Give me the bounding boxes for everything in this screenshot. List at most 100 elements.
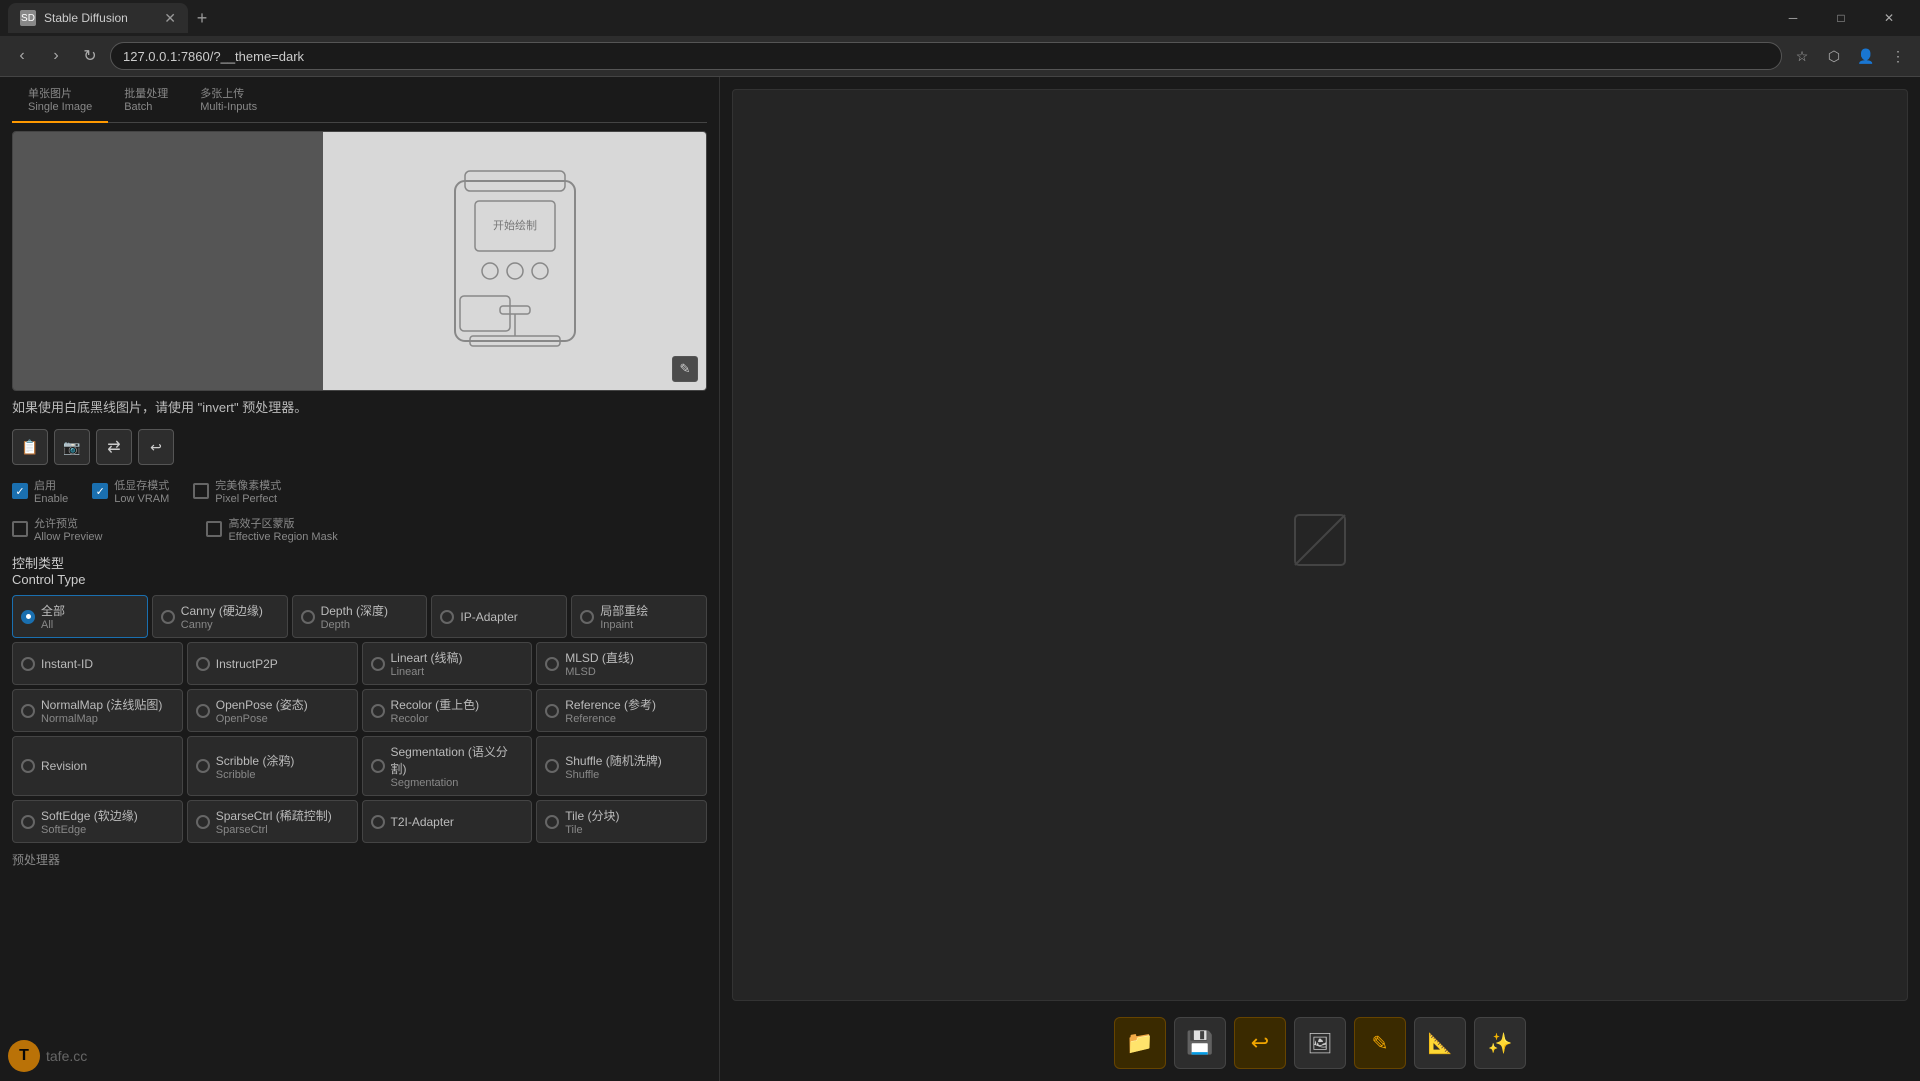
ctrl-sparsectrl[interactable]: SparseCtrl (稀疏控制) SparseCtrl [187,800,358,843]
reload-btn[interactable]: ↻ [76,42,104,70]
ctrl-scribble-labels: Scribble (涂鸦) Scribble [216,752,295,781]
watermark-logo-text: T [19,1047,29,1065]
ctrl-normal-cn: NormalMap (法线贴图) [41,696,162,713]
control-type-en: Control Type [12,572,707,587]
enable-checkbox[interactable]: 启用 Enable [12,477,68,505]
ctrl-p2p-labels: InstructP2P [216,657,278,671]
tab-single-image[interactable]: 单张图片 Single Image [12,77,108,123]
ctrl-recolor[interactable]: Recolor (重上色) Recolor [362,689,533,732]
ctrl-instant-id[interactable]: Instant-ID [12,642,183,685]
image-upload-area[interactable]: i 图像 image ↩ ⊞ ✕ [12,131,707,391]
ctrl-revision[interactable]: Revision [12,736,183,796]
browser-tab[interactable]: SD Stable Diffusion ✕ [8,3,188,33]
main-layout: 单张图片 Single Image 批量处理 Batch 多张上传 Multi-… [0,77,1920,1081]
ctrl-openpose[interactable]: OpenPose (姿态) OpenPose [187,689,358,732]
forward-btn[interactable]: › [42,42,70,70]
ctrl-softedge[interactable]: SoftEdge (软边缘) SoftEdge [12,800,183,843]
extensions-btn[interactable]: ⬡ [1820,42,1848,70]
new-tab-btn[interactable]: + [188,4,216,32]
menu-btn[interactable]: ⋮ [1884,42,1912,70]
pixel-perfect-checkbox[interactable]: 完美像素模式 Pixel Perfect [193,477,281,505]
ctrl-lineart-radio [371,657,385,671]
ctrl-recolor-en: Recolor [391,713,480,725]
maximize-btn[interactable]: □ [1818,2,1864,34]
ctrl-inpaint[interactable]: 局部重绘 Inpaint [571,595,707,638]
save-btn[interactable]: 💾 [1174,1017,1226,1069]
effective-region-label: 高效子区蒙版 Effective Region Mask [228,515,337,543]
sparkle-btn[interactable]: ✨ [1474,1017,1526,1069]
ctrl-row-3: NormalMap (法线贴图) NormalMap OpenPose (姿态)… [12,689,707,732]
ctrl-scribble[interactable]: Scribble (涂鸦) Scribble [187,736,358,796]
ctrl-reference-labels: Reference (参考) Reference [565,696,656,725]
ctrl-normalmap[interactable]: NormalMap (法线贴图) NormalMap [12,689,183,732]
ctrl-segmentation[interactable]: Segmentation (语义分割) Segmentation [362,736,533,796]
ctrl-canny-labels: Canny (硬边缘) Canny [181,602,263,631]
svg-text:开始绘制: 开始绘制 [493,218,537,232]
ctrl-pose-cn: OpenPose (姿态) [216,696,308,713]
profile-btn[interactable]: 👤 [1852,42,1880,70]
camera-btn[interactable]: 📷 [54,429,90,465]
checkbox-row: 启用 Enable 低显存模式 Low VRAM 完美像素模式 Pixel Pe… [12,477,707,505]
bookmark-btn[interactable]: ☆ [1788,42,1816,70]
enable-en: Enable [34,493,68,505]
ctrl-tile-labels: Tile (分块) Tile [565,807,619,836]
rotate-btn[interactable]: ↩ [138,429,174,465]
ctrl-recolor-labels: Recolor (重上色) Recolor [391,696,480,725]
ctrl-mlsd-radio [545,657,559,671]
close-btn[interactable]: ✕ [1866,2,1912,34]
ctrl-tile[interactable]: Tile (分块) Tile [536,800,707,843]
measure-btn[interactable]: 📐 [1414,1017,1466,1069]
edit-output-btn[interactable]: ✎ [1354,1017,1406,1069]
ctrl-lineart[interactable]: Lineart (线稿) Lineart [362,642,533,685]
ctrl-seg-radio [371,759,385,773]
ctrl-t2i-radio [371,815,385,829]
allow-preview-checkbox[interactable]: 允许预览 Allow Preview [12,515,102,543]
ctrl-soft-cn: SoftEdge (软边缘) [41,807,138,824]
ctrl-all[interactable]: 全部 All [12,595,148,638]
ctrl-instant-radio [21,657,35,671]
edit-image-btn[interactable]: ✎ [672,356,698,382]
left-grey-area [13,132,323,390]
ctrl-depth[interactable]: Depth (深度) Depth [292,595,428,638]
ctrl-instruct-p2p[interactable]: InstructP2P [187,642,358,685]
ctrl-t2i-labels: T2I-Adapter [391,815,454,829]
ctrl-canny[interactable]: Canny (硬边缘) Canny [152,595,288,638]
image-view-btn[interactable]: 🖼 [1294,1017,1346,1069]
ctrl-ip-adapter[interactable]: IP-Adapter [431,595,567,638]
ctrl-all-radio [21,610,35,624]
low-vram-checkbox[interactable]: 低显存模式 Low VRAM [92,477,169,505]
tab-close-btn[interactable]: ✕ [164,10,176,27]
minimize-btn[interactable]: ─ [1770,2,1816,34]
enable-cb [12,483,28,499]
control-type-label: 控制类型 Control Type [12,553,707,587]
back-btn[interactable]: ‹ [8,42,36,70]
ctrl-mlsd[interactable]: MLSD (直线) MLSD [536,642,707,685]
ctrl-depth-radio [301,610,315,624]
ctrl-mlsd-en: MLSD [565,666,634,678]
ctrl-recolor-cn: Recolor (重上色) [391,696,480,713]
open-folder-btn[interactable]: 📁 [1114,1017,1166,1069]
ctrl-lineart-en: Lineart [391,666,463,678]
ctrl-t2i[interactable]: T2I-Adapter [362,800,533,843]
url-input[interactable]: 127.0.0.1:7860/?__theme=dark [110,42,1782,70]
edit-icon: ✎ [1372,1031,1389,1056]
ctrl-pose-en: OpenPose [216,713,308,725]
tab-batch[interactable]: 批量处理 Batch [108,77,184,123]
send-back-btn[interactable]: ↩ [1234,1017,1286,1069]
control-type-cn: 控制类型 [12,553,707,572]
image-view-icon: 🖼 [1307,1031,1332,1056]
ctrl-p2p-radio [196,657,210,671]
clipboard-btn[interactable]: 📋 [12,429,48,465]
ctrl-revision-labels: Revision [41,759,87,773]
output-toolbar: 📁 💾 ↩ 🖼 ✎ 📐 ✨ [1114,1017,1526,1069]
ctrl-scribble-cn: Scribble (涂鸦) [216,752,295,769]
tab-multi[interactable]: 多张上传 Multi-Inputs [184,77,273,123]
ctrl-shuffle[interactable]: Shuffle (随机洗牌) Shuffle [536,736,707,796]
swap-btn[interactable]: ⇄ [96,429,132,465]
sparkle-icon: ✨ [1488,1031,1513,1056]
browser-actions: ☆ ⬡ 👤 ⋮ [1788,42,1912,70]
ctrl-reference[interactable]: Reference (参考) Reference [536,689,707,732]
ctrl-scribble-en: Scribble [216,769,295,781]
effective-region-checkbox[interactable]: 高效子区蒙版 Effective Region Mask [206,515,337,543]
tab-batch-cn: 批量处理 [124,85,168,101]
